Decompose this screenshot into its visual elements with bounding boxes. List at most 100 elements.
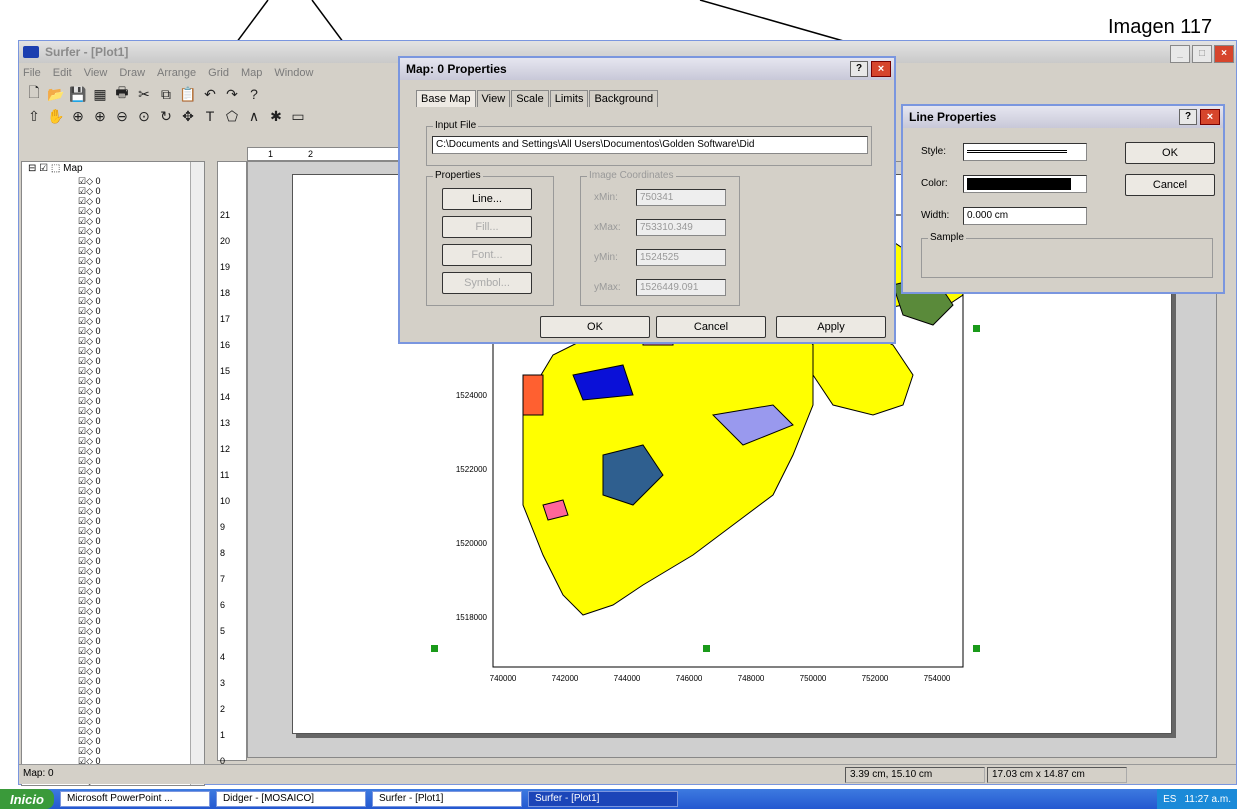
tree-item[interactable]: ☑◇ 0 <box>22 396 204 406</box>
tree-item[interactable]: ☑◇ 0 <box>22 626 204 636</box>
new-file-icon[interactable]: 🗋 <box>25 82 43 106</box>
close-button[interactable]: × <box>1214 45 1234 63</box>
tree-item[interactable]: ☑◇ 0 <box>22 476 204 486</box>
style-select[interactable] <box>963 143 1087 161</box>
task-surfer-2[interactable]: Surfer - [Plot1] <box>527 791 678 807</box>
width-field[interactable]: 0.000 cm <box>963 207 1087 225</box>
tree-item[interactable]: ☑◇ 0 <box>22 486 204 496</box>
menu-grid[interactable]: Grid <box>208 67 229 79</box>
tree-item[interactable]: ☑◇ 0 <box>22 256 204 266</box>
tree-item[interactable]: ☑◇ 0 <box>22 496 204 506</box>
task-surfer-1[interactable]: Surfer - [Plot1] <box>371 791 522 807</box>
selection-handle[interactable] <box>973 325 980 332</box>
tree-item[interactable]: ☑◇ 0 <box>22 306 204 316</box>
grid-icon[interactable]: ▦ <box>91 86 109 103</box>
xmax-field[interactable]: 753310.349 <box>636 219 726 236</box>
input-file-path[interactable]: C:\Documents and Settings\All Users\Docu… <box>432 136 868 154</box>
tab-background[interactable]: Background <box>589 90 659 107</box>
tree-item[interactable]: ☑◇ 0 <box>22 586 204 596</box>
tree-item[interactable]: ☑◇ 0 <box>22 726 204 736</box>
zoom-out-icon[interactable]: ⊖ <box>113 108 131 125</box>
tree-item[interactable]: ☑◇ 0 <box>22 356 204 366</box>
tree-item[interactable]: ☑◇ 0 <box>22 426 204 436</box>
close-dialog-button[interactable]: × <box>871 61 891 77</box>
menu-draw[interactable]: Draw <box>119 67 145 79</box>
close-dialog-button[interactable]: × <box>1200 109 1220 125</box>
tree-scrollbar[interactable] <box>190 162 204 785</box>
apply-button[interactable]: Apply <box>776 316 886 338</box>
tree-item[interactable]: ☑◇ 0 <box>22 576 204 586</box>
start-button[interactable]: Inicio <box>0 789 54 809</box>
tree-item[interactable]: ☑◇ 0 <box>22 516 204 526</box>
tree-item[interactable]: ☑◇ 0 <box>22 376 204 386</box>
help-button[interactable]: ? <box>1179 109 1197 125</box>
symbol-button[interactable]: Symbol... <box>442 272 532 294</box>
color-select[interactable] <box>963 175 1087 193</box>
tree-item[interactable]: ☑◇ 0 <box>22 406 204 416</box>
zoom-in-icon[interactable]: ⊕ <box>69 108 87 125</box>
tree-item[interactable]: ☑◇ 0 <box>22 286 204 296</box>
ok-button[interactable]: OK <box>1125 142 1215 164</box>
tree-item[interactable]: ☑◇ 0 <box>22 226 204 236</box>
tree-item[interactable]: ☑◇ 0 <box>22 686 204 696</box>
tab-view[interactable]: View <box>476 90 511 107</box>
tree-item[interactable]: ☑◇ 0 <box>22 666 204 676</box>
tree-item[interactable]: ☑◇ 0 <box>22 176 204 186</box>
rectangle-icon[interactable]: ▭ <box>289 108 307 125</box>
open-folder-icon[interactable]: 📂 <box>47 86 65 103</box>
tree-root-map[interactable]: ⊟ ☑ ⬚ Map <box>22 162 204 176</box>
language-indicator[interactable]: ES <box>1163 794 1176 805</box>
selection-handle[interactable] <box>703 645 710 652</box>
tree-item[interactable]: ☑◇ 0 <box>22 336 204 346</box>
undo-icon[interactable]: ↶ <box>201 86 219 103</box>
tree-item[interactable]: ☑◇ 0 <box>22 246 204 256</box>
tree-item[interactable]: ☑◇ 0 <box>22 706 204 716</box>
tree-item[interactable]: ☑◇ 0 <box>22 716 204 726</box>
tree-item[interactable]: ☑◇ 0 <box>22 526 204 536</box>
task-didger[interactable]: Didger - [MOSAICO] <box>215 791 366 807</box>
tree-item[interactable]: ☑◇ 0 <box>22 646 204 656</box>
tree-item[interactable]: ☑◇ 0 <box>22 566 204 576</box>
tree-item[interactable]: ☑◇ 0 <box>22 346 204 356</box>
text-icon[interactable]: T <box>201 108 219 124</box>
tree-item[interactable]: ☑◇ 0 <box>22 616 204 626</box>
tree-item[interactable]: ☑◇ 0 <box>22 236 204 246</box>
fill-button[interactable]: Fill... <box>442 216 532 238</box>
tree-item[interactable]: ☑◇ 0 <box>22 446 204 456</box>
symbol-icon[interactable]: ✱ <box>267 108 285 125</box>
paste-icon[interactable]: 📋 <box>179 86 197 103</box>
tree-item[interactable]: ☑◇ 0 <box>22 416 204 426</box>
cut-icon[interactable]: ✂ <box>135 86 153 103</box>
ok-button[interactable]: OK <box>540 316 650 338</box>
cancel-button[interactable]: Cancel <box>1125 174 1215 196</box>
tree-item[interactable]: ☑◇ 0 <box>22 556 204 566</box>
minimize-button[interactable]: _ <box>1170 45 1190 63</box>
pan-hand-icon[interactable]: ✋ <box>47 108 65 125</box>
tree-item[interactable]: ☑◇ 0 <box>22 656 204 666</box>
copy-icon[interactable]: ⧉ <box>157 86 175 103</box>
save-icon[interactable]: 💾 <box>69 86 87 103</box>
menu-edit[interactable]: Edit <box>53 67 72 79</box>
rotate-icon[interactable]: ↻ <box>157 108 175 125</box>
print-icon[interactable]: 🖶 <box>113 82 131 106</box>
tree-item[interactable]: ☑◇ 0 <box>22 746 204 756</box>
tree-item[interactable]: ☑◇ 0 <box>22 546 204 556</box>
tree-item[interactable]: ☑◇ 0 <box>22 206 204 216</box>
line-button[interactable]: Line... <box>442 188 532 210</box>
ymax-field[interactable]: 1526449.091 <box>636 279 726 296</box>
tree-item[interactable]: ☑◇ 0 <box>22 456 204 466</box>
tree-item[interactable]: ☑◇ 0 <box>22 386 204 396</box>
help-icon[interactable]: ? <box>245 86 263 102</box>
cancel-button[interactable]: Cancel <box>656 316 766 338</box>
menu-file[interactable]: File <box>23 67 41 79</box>
tree-item[interactable]: ☑◇ 0 <box>22 676 204 686</box>
help-button[interactable]: ? <box>850 61 868 77</box>
tab-limits[interactable]: Limits <box>549 90 589 107</box>
polygon-icon[interactable]: ⬠ <box>223 108 241 125</box>
move-icon[interactable]: ✥ <box>179 108 197 125</box>
xmin-field[interactable]: 750341 <box>636 189 726 206</box>
select-arrow-icon[interactable]: ⇧ <box>25 108 43 125</box>
zoom-page-icon[interactable]: ⊙ <box>135 108 153 125</box>
task-powerpoint[interactable]: Microsoft PowerPoint ... <box>59 791 210 807</box>
tree-item[interactable]: ☑◇ 0 <box>22 436 204 446</box>
